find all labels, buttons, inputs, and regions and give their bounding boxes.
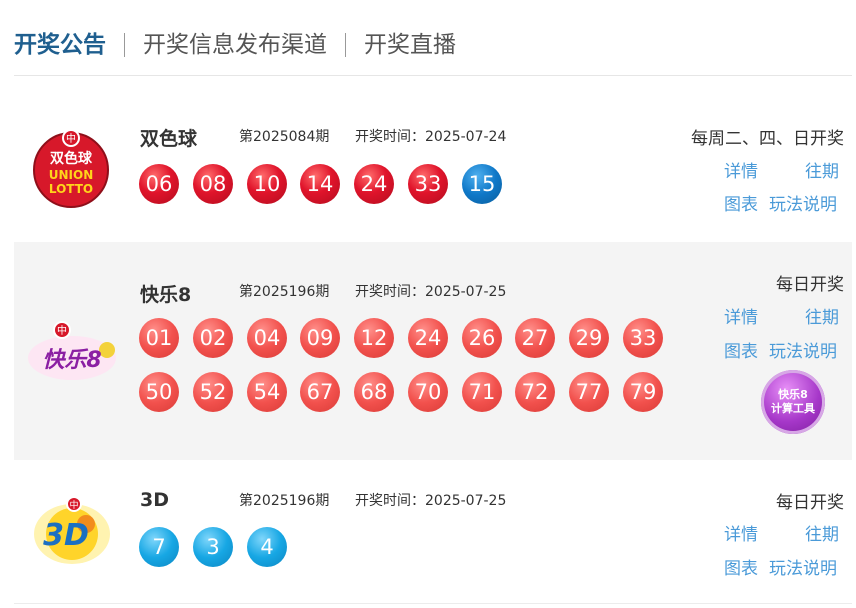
tab-divider: [124, 33, 125, 57]
draw-date: 开奖时间：2025-07-24: [355, 129, 507, 145]
chart-link[interactable]: 图表: [724, 554, 758, 579]
draw-date: 开奖时间：2025-07-25: [355, 493, 507, 509]
3d-logo: 中 3D: [30, 494, 114, 568]
lottery-name: 快乐8: [140, 284, 192, 306]
svg-text:中: 中: [69, 499, 78, 511]
number-ball: 04: [247, 318, 287, 358]
draw-schedule: 每周二、四、日开奖: [691, 129, 844, 149]
number-ball: 77: [569, 372, 609, 412]
number-ball: 52: [193, 372, 233, 412]
tabs-divider: [14, 75, 852, 76]
red-ball: 06: [139, 164, 179, 204]
svg-text:中: 中: [57, 324, 67, 337]
issue-number: 第2025084期: [239, 129, 330, 145]
number-ball: 4: [247, 527, 287, 567]
svg-text:中: 中: [66, 132, 76, 145]
history-link[interactable]: 往期: [805, 520, 839, 545]
number-ball: 70: [408, 372, 448, 412]
red-ball: 10: [247, 164, 287, 204]
red-ball: 24: [354, 164, 394, 204]
chart-link[interactable]: 图表: [724, 190, 758, 215]
tab-draw-channels[interactable]: 开奖信息发布渠道: [143, 28, 327, 62]
issue-number: 第2025196期: [239, 493, 330, 509]
number-ball: 29: [569, 318, 609, 358]
rules-link[interactable]: 玩法说明: [769, 190, 837, 215]
issue-number: 第2025196期: [239, 284, 330, 300]
number-ball: 09: [300, 318, 340, 358]
tab-draw-live[interactable]: 开奖直播: [364, 28, 456, 62]
detail-link[interactable]: 详情: [724, 157, 758, 182]
draw-schedule: 每日开奖: [776, 275, 844, 295]
red-ball: 33: [408, 164, 448, 204]
number-ball: 7: [139, 527, 179, 567]
kl8-logo: 中 快乐8: [24, 316, 120, 388]
number-ball: 12: [354, 318, 394, 358]
red-ball: 08: [193, 164, 233, 204]
kl8-logo-text: 快乐8: [42, 348, 102, 373]
number-ball: 54: [247, 372, 287, 412]
number-ball: 50: [139, 372, 179, 412]
number-ball: 24: [408, 318, 448, 358]
ssq-logo: 中 双色球 UNION LOTTO: [33, 128, 109, 208]
rules-link[interactable]: 玩法说明: [769, 337, 837, 362]
calc-label-line1: 快乐8: [778, 388, 808, 401]
number-ball: 71: [462, 372, 502, 412]
lottery-name: 3D: [140, 489, 169, 511]
tab-bar: 开奖公告 开奖信息发布渠道 开奖直播: [14, 28, 456, 62]
detail-link[interactable]: 详情: [724, 303, 758, 328]
draw-schedule: 每日开奖: [776, 493, 844, 513]
3d-logo-text: 3D: [43, 518, 89, 553]
row-divider: [14, 603, 852, 604]
number-ball: 02: [193, 318, 233, 358]
tab-draw-announcement[interactable]: 开奖公告: [14, 28, 106, 62]
history-link[interactable]: 往期: [805, 157, 839, 182]
calc-label-line2: 计算工具: [771, 402, 815, 415]
draw-date: 开奖时间：2025-07-25: [355, 284, 507, 300]
ssq-logo-lotto: LOTTO: [48, 182, 94, 196]
ssq-logo-union: UNION: [48, 168, 94, 182]
number-ball: 79: [623, 372, 663, 412]
number-ball: 68: [354, 372, 394, 412]
number-ball: 26: [462, 318, 502, 358]
kl8-calculator-button[interactable]: 快乐8 计算工具: [761, 370, 825, 434]
number-ball: 01: [139, 318, 179, 358]
number-ball: 27: [515, 318, 555, 358]
chart-link[interactable]: 图表: [724, 337, 758, 362]
number-ball: 72: [515, 372, 555, 412]
number-ball: 33: [623, 318, 663, 358]
tab-divider: [345, 33, 346, 57]
history-link[interactable]: 往期: [805, 303, 839, 328]
number-ball: 67: [300, 372, 340, 412]
number-ball: 3: [193, 527, 233, 567]
ssq-logo-text: 双色球: [50, 151, 92, 167]
blue-ball: 15: [462, 164, 502, 204]
rules-link[interactable]: 玩法说明: [769, 554, 837, 579]
detail-link[interactable]: 详情: [724, 520, 758, 545]
red-ball: 14: [300, 164, 340, 204]
lottery-name: 双色球: [140, 128, 198, 150]
